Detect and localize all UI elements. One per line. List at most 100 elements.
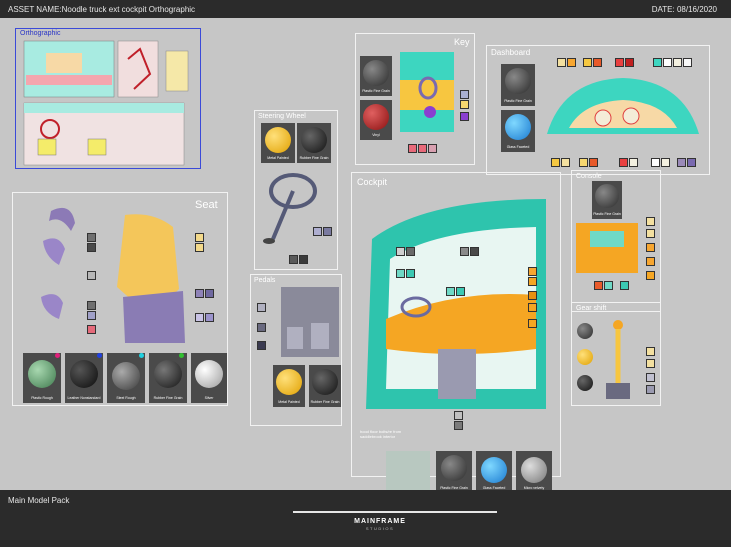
header-bar: ASSET NAME:Noodle truck ext cockpit Orth…: [0, 0, 731, 18]
steering-wheel-illustration: [263, 173, 317, 244]
console-swatch: [646, 257, 655, 266]
cockpit-swatch: [454, 411, 463, 420]
material-tile: Steel Rough: [107, 353, 145, 403]
cockpit-note: hood floor bolts/re from saddlebrook int…: [360, 429, 402, 439]
material-tile: Vinyl: [360, 100, 392, 140]
seat-swatch: [87, 271, 96, 280]
steering-wheel-panel: Steering Wheel Metal Painted Rubber Fine…: [254, 110, 338, 270]
material-label: Metal Painted: [278, 400, 300, 404]
material-ball: [577, 323, 593, 339]
console-swatch: [594, 281, 603, 290]
cockpit-swatch: [406, 247, 415, 256]
cockpit-swatch: [470, 247, 479, 256]
color-marker: [179, 353, 184, 358]
material-tile: Plastic Fine Grain: [501, 64, 535, 106]
key-swatch: [408, 144, 417, 153]
dashboard-swatch: [629, 158, 638, 167]
console-panel: Console Plastic Fine Grain: [571, 170, 661, 312]
seat-swatch: [205, 313, 214, 322]
footer-bar: Main Model Pack MAINFRAME STUDIOS: [0, 490, 731, 547]
material-ball: [363, 60, 389, 86]
seat-swatch: [87, 243, 96, 252]
steering-swatch: [323, 227, 332, 236]
material-tile: Metal Painted: [273, 365, 305, 407]
material-label: Plastic Fine Grain: [504, 99, 532, 103]
material-ball: [195, 360, 223, 388]
seat-panel: Seat Plastic Rough Leather Nonstandard S…: [12, 192, 228, 406]
material-tile: Glass Faceted: [501, 110, 535, 152]
material-tile: Plastic Fine Grain: [436, 451, 472, 493]
material-label: Metal Painted: [267, 156, 289, 160]
asset-name-label: ASSET NAME:Noodle truck ext cockpit Orth…: [8, 5, 196, 14]
pedals-title: Pedals: [254, 277, 276, 284]
dashboard-swatch: [677, 158, 686, 167]
pack-label: Main Model Pack: [8, 496, 70, 505]
gear-swatch: [646, 373, 655, 382]
key-swatch: [428, 144, 437, 153]
console-illustration: [576, 223, 638, 273]
cockpit-swatch: [456, 287, 465, 296]
material-ball: [521, 457, 547, 483]
color-marker: [55, 353, 60, 358]
material-ball: [441, 455, 467, 481]
cockpit-swatch: [528, 303, 537, 312]
cockpit-panel: Cockpit hood floor bolts/re from saddleb…: [351, 172, 561, 493]
seat-swatch: [87, 311, 96, 320]
key-illustration: [400, 52, 454, 132]
key-swatch: [460, 112, 469, 121]
material-ball: [276, 369, 302, 395]
dashboard-swatch: [651, 158, 660, 167]
console-title: Console: [576, 173, 602, 180]
cockpit-swatch: [406, 269, 415, 278]
pedals-swatch: [257, 341, 266, 350]
material-label: Rubber Fine Grain: [310, 400, 340, 404]
dashboard-swatch: [567, 58, 576, 67]
material-tile: Rubber Fine Grain: [309, 365, 341, 407]
dashboard-swatch: [561, 158, 570, 167]
material-label: Vinyl: [372, 133, 380, 137]
dashboard-swatch: [673, 58, 682, 67]
cockpit-swatch: [454, 421, 463, 430]
seat-swatch: [195, 233, 204, 242]
material-tile: Silver: [191, 353, 227, 403]
material-ball: [363, 104, 389, 130]
material-tile: Plastic Rough: [23, 353, 61, 403]
material-label: Glass Faceted: [506, 145, 530, 149]
dashboard-swatch: [579, 158, 588, 167]
seat-swatch: [195, 243, 204, 252]
dashboard-swatch: [583, 58, 592, 67]
dashboard-swatch: [661, 158, 670, 167]
dashboard-swatch: [589, 158, 598, 167]
key-title: Key: [454, 37, 470, 47]
cockpit-swatch: [528, 319, 537, 328]
studio-logo: MAINFRAME: [354, 518, 406, 525]
cockpit-swatch: [446, 287, 455, 296]
console-swatch: [646, 229, 655, 238]
material-tile: Rubber Fine Grain: [149, 353, 187, 403]
material-ball: [28, 360, 56, 388]
key-panel: Key Plastic Fine Grain Vinyl: [355, 33, 475, 165]
dashboard-swatch: [619, 158, 628, 167]
material-tile: Rubber Fine Grain: [297, 123, 331, 163]
pedals-swatch: [257, 303, 266, 312]
material-label: Steel Rough: [116, 396, 136, 400]
material-tile: Metal Painted: [261, 123, 295, 163]
dashboard-swatch: [663, 58, 672, 67]
material-label: Plastic Fine Grain: [593, 212, 621, 216]
orthographic-panel: Orthographic: [15, 28, 201, 169]
material-tile: Plastic Fine Grain: [360, 56, 392, 96]
orthographic-views: [23, 40, 189, 166]
material-tile: Micro velvety: [516, 451, 552, 493]
steering-swatch: [299, 255, 308, 264]
gear-shift-title: Gear shift: [576, 305, 607, 312]
steering-wheel-title: Steering Wheel: [258, 113, 306, 120]
model-sheet-board: Orthographic Seat Plastic Rough Leather …: [0, 18, 731, 493]
key-swatch: [418, 144, 427, 153]
key-swatch: [460, 90, 469, 99]
steering-swatch: [313, 227, 322, 236]
material-ball: [301, 127, 327, 153]
material-label: Rubber Fine Grain: [153, 396, 183, 400]
cockpit-swatch: [396, 269, 405, 278]
cockpit-title: Cockpit: [357, 177, 388, 187]
material-ball: [154, 360, 182, 388]
